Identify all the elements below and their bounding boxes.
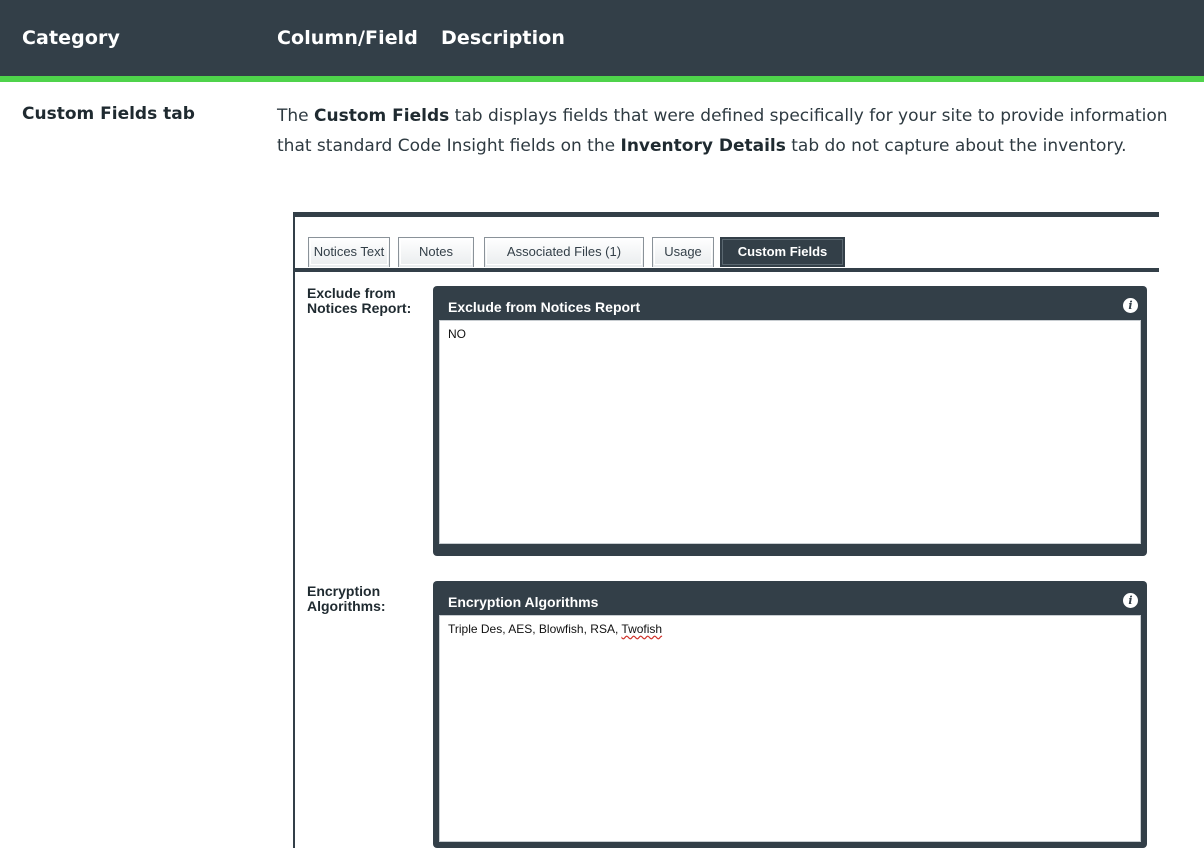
tab-notes[interactable]: Notes bbox=[398, 237, 474, 267]
info-icon[interactable]: i bbox=[1123, 298, 1138, 313]
screenshot-left-border bbox=[293, 212, 295, 848]
header-category: Category bbox=[22, 27, 120, 49]
desc-text-1: The bbox=[277, 106, 315, 126]
table-header: Category Column/Field Description bbox=[0, 0, 1204, 76]
exclude-notices-textarea[interactable]: NO bbox=[439, 320, 1141, 544]
panel-header: Exclude from Notices Report i bbox=[439, 292, 1141, 320]
row-description-cell: The Custom Fields tab displays fields th… bbox=[277, 101, 1197, 161]
header-accent-bar bbox=[0, 76, 1204, 82]
desc-text-3: tab do not capture about the inventory. bbox=[785, 136, 1127, 156]
field-label-encryption-algorithms: Encryption Algorithms: bbox=[307, 583, 386, 614]
tab-bar-underline bbox=[293, 268, 1159, 272]
tab-notices-text[interactable]: Notices Text bbox=[308, 237, 390, 267]
field-label-exclude-notices: Exclude from Notices Report: bbox=[307, 285, 412, 316]
encryption-value: Triple Des, AES, Blowfish, RSA, bbox=[448, 622, 622, 636]
desc-bold-custom-fields: Custom Fields bbox=[314, 106, 450, 126]
desc-bold-inventory-details: Inventory Details bbox=[620, 136, 786, 156]
encryption-value-misspelled: Twofish bbox=[621, 622, 663, 636]
info-icon[interactable]: i bbox=[1123, 593, 1138, 608]
tab-usage[interactable]: Usage bbox=[652, 237, 714, 267]
row-category-cell: Custom Fields tab bbox=[22, 104, 195, 124]
header-column-field: Column/Field bbox=[277, 27, 418, 49]
panel-title: Encryption Algorithms bbox=[448, 594, 599, 610]
encryption-algorithms-textarea[interactable]: Triple Des, AES, Blowfish, RSA, Twofish bbox=[439, 615, 1141, 842]
header-description: Description bbox=[441, 27, 565, 49]
panel-title: Exclude from Notices Report bbox=[448, 299, 641, 315]
tab-custom-fields[interactable]: Custom Fields bbox=[720, 237, 845, 267]
field-panel-encryption-algorithms: Encryption Algorithms i Triple Des, AES,… bbox=[433, 581, 1147, 848]
documentation-table: Category Column/Field Description Custom… bbox=[0, 0, 1204, 848]
screenshot-top-border bbox=[293, 212, 1159, 217]
panel-header: Encryption Algorithms i bbox=[439, 587, 1141, 615]
tab-associated-files[interactable]: Associated Files (1) bbox=[484, 237, 644, 267]
embedded-screenshot: Notices Text Notes Associated Files (1) … bbox=[293, 212, 1159, 848]
field-panel-exclude-notices: Exclude from Notices Report i NO bbox=[433, 286, 1147, 556]
